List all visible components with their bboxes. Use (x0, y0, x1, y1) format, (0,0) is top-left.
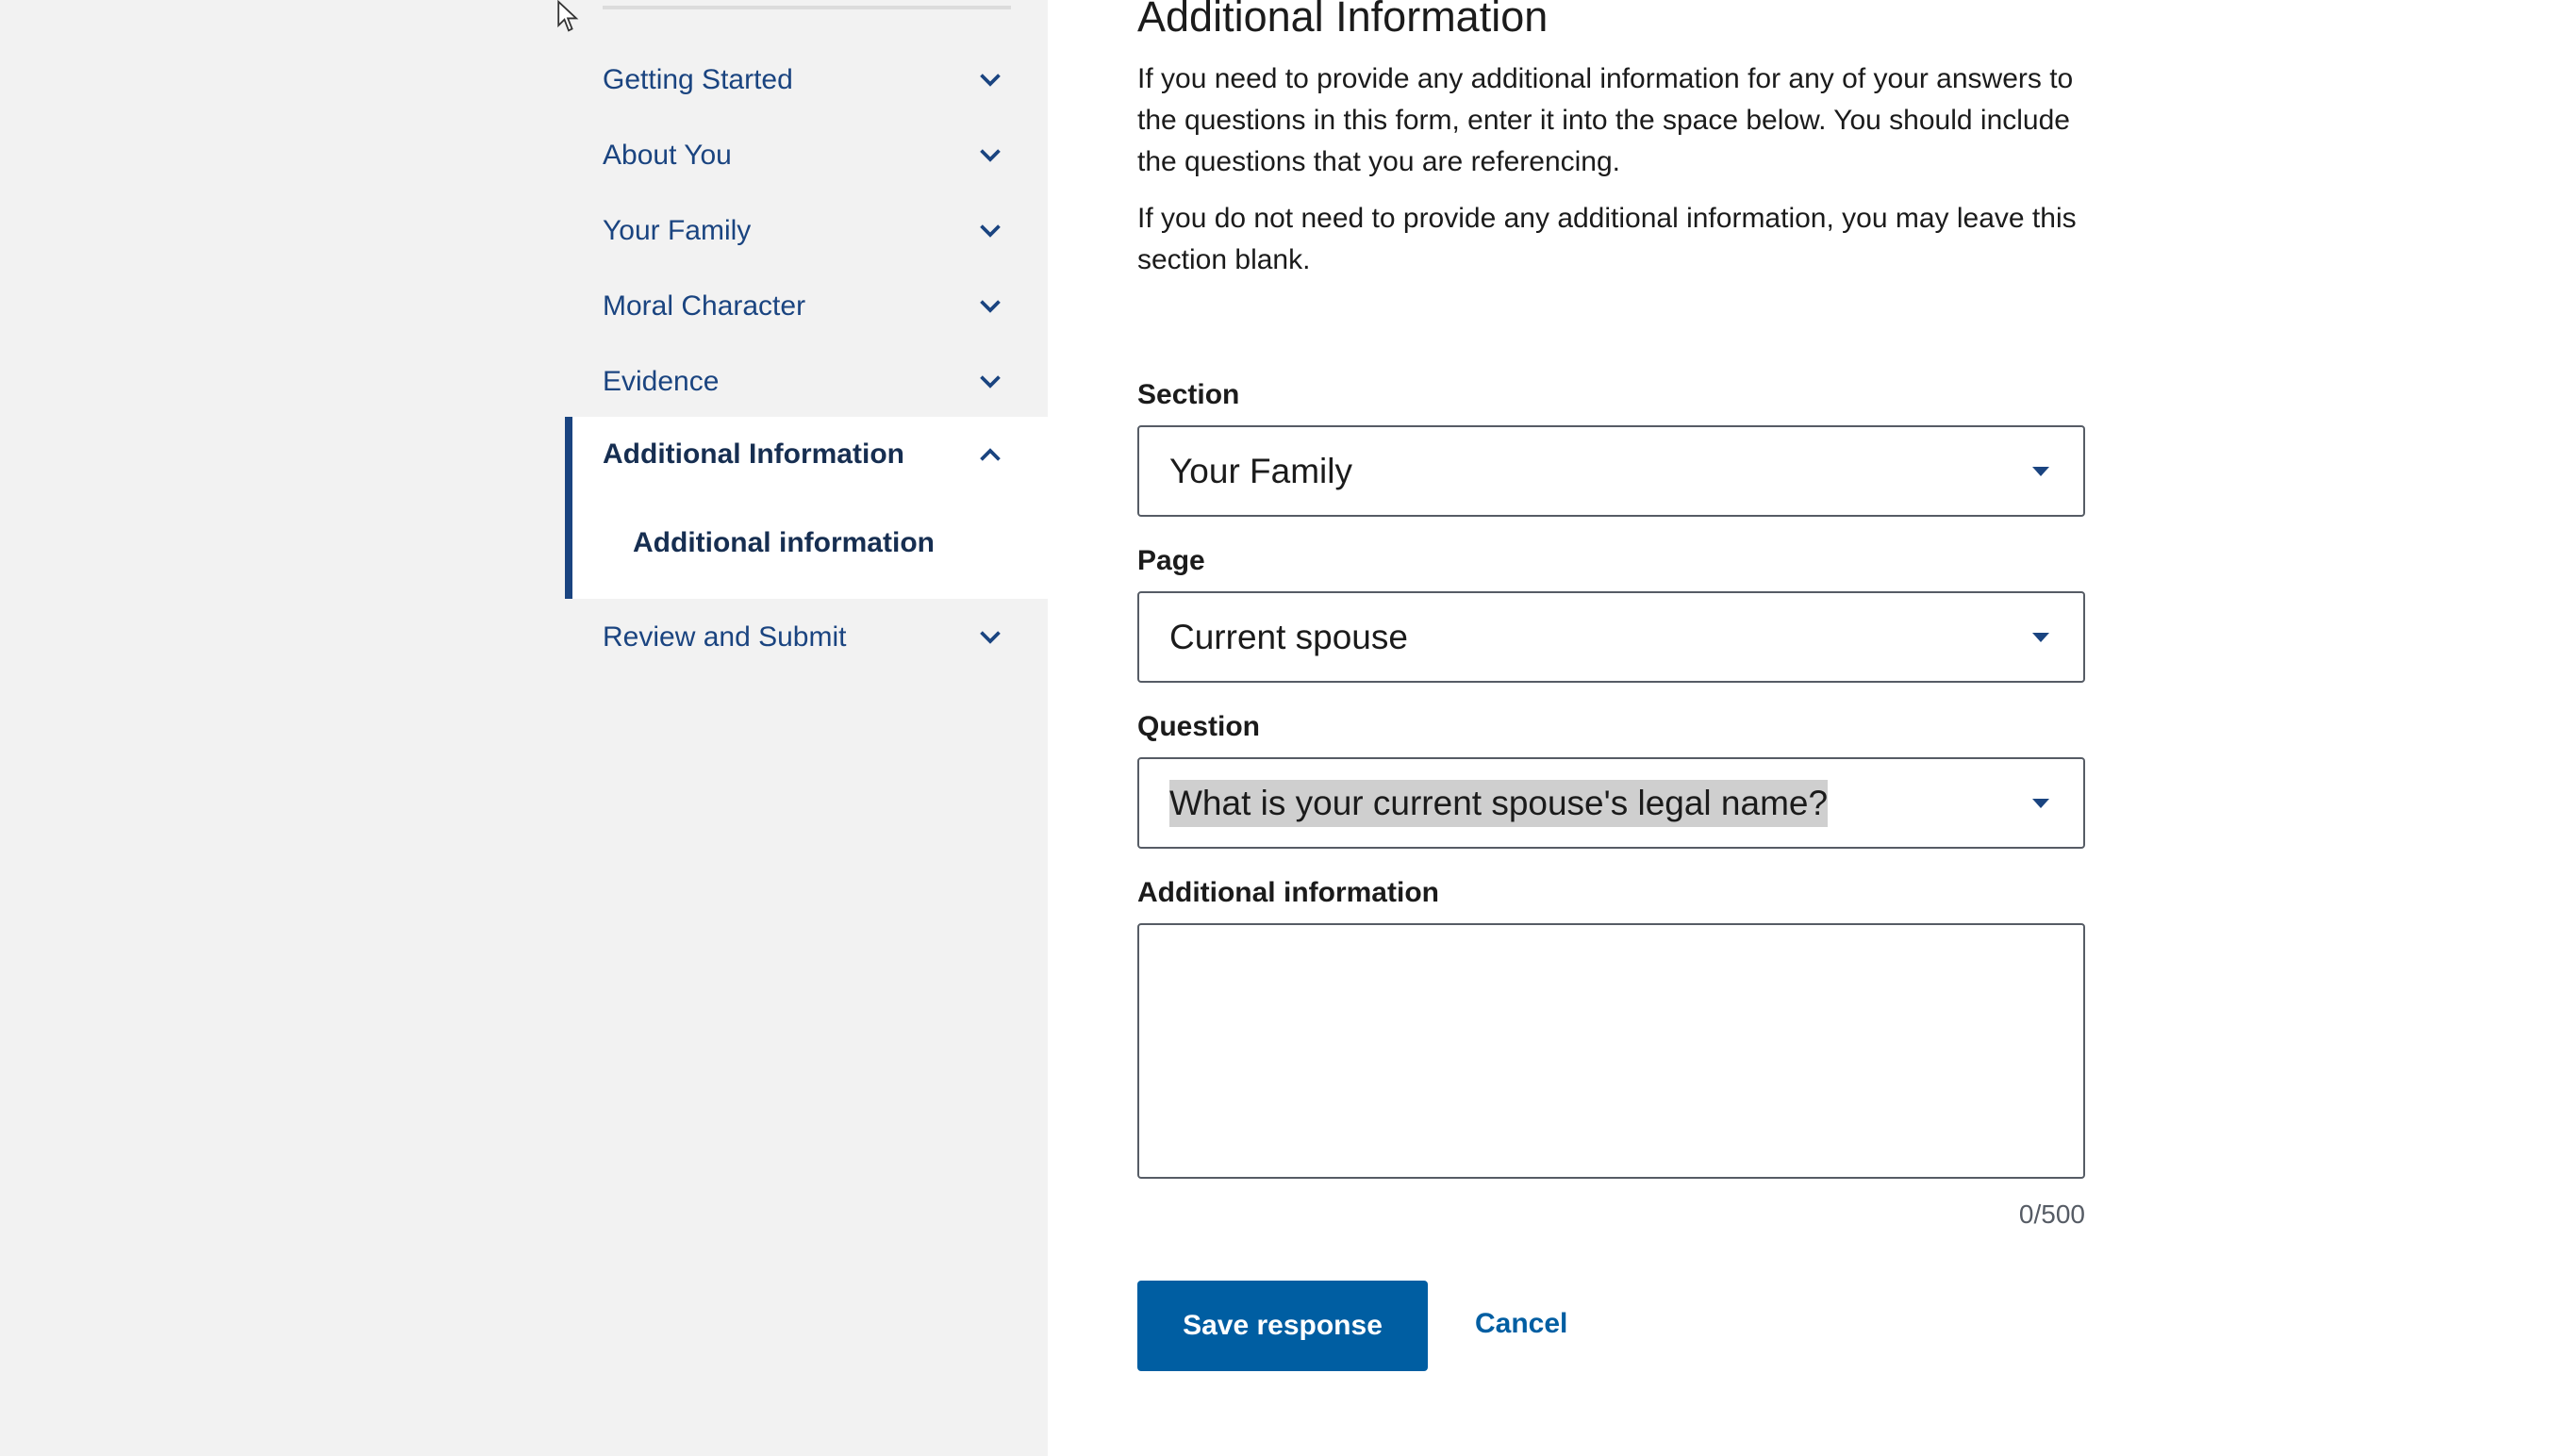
sidebar-item-label: Review and Submit (603, 621, 847, 653)
chevron-down-icon (980, 631, 1001, 644)
save-response-button[interactable]: Save response (1137, 1281, 1428, 1371)
sidebar-item-additional-information: Additional Information Additional inform… (565, 417, 1048, 599)
sidebar-item-label: Moral Character (603, 290, 806, 322)
sidebar-item-getting-started[interactable]: Getting Started (565, 42, 1048, 118)
page-title: Additional Information (1137, 0, 1549, 41)
question-select-value: What is your current spouse's legal name… (1169, 779, 1829, 827)
page-label: Page (1137, 545, 1205, 576)
sidebar-item-label: About You (603, 140, 732, 171)
sidebar-item-label: Getting Started (603, 64, 793, 95)
chevron-down-icon (980, 300, 1001, 313)
caret-down-icon (2032, 632, 2049, 642)
page-select-value: Current spouse (1169, 617, 1408, 656)
sidebar-item-your-family[interactable]: Your Family (565, 193, 1048, 269)
chevron-down-icon (980, 224, 1001, 238)
chevron-down-icon (980, 74, 1001, 87)
sidebar-item-about-you[interactable]: About You (565, 118, 1048, 193)
sidebar-item-label: Evidence (603, 366, 720, 397)
intro-paragraph-blank-note: If you do not need to provide any additi… (1137, 203, 2077, 275)
sidebar-item-label: Your Family (603, 215, 752, 246)
sidebar-item-review-and-submit[interactable]: Review and Submit (565, 600, 1048, 675)
character-counter: 0/500 (2018, 1200, 2085, 1229)
chevron-down-icon (980, 149, 1001, 162)
chevron-up-icon (980, 448, 1001, 461)
chevron-down-icon (980, 375, 1001, 389)
section-select[interactable]: Your Family (1137, 425, 2085, 517)
additional-information-textarea[interactable] (1137, 923, 2085, 1179)
caret-down-icon (2032, 798, 2049, 808)
cancel-button[interactable]: Cancel (1475, 1308, 1567, 1340)
page-select[interactable]: Current spouse (1137, 591, 2085, 683)
caret-down-icon (2032, 466, 2049, 476)
question-select[interactable]: What is your current spouse's legal name… (1137, 757, 2085, 849)
additional-information-label: Additional information (1137, 877, 1439, 908)
section-label: Section (1137, 379, 1240, 410)
sidebar-item-moral-character[interactable]: Moral Character (565, 269, 1048, 344)
section-select-value: Your Family (1169, 451, 1352, 490)
sidebar-item-label: Additional Information (603, 438, 904, 470)
question-label: Question (1137, 711, 1261, 742)
nav-divider (603, 6, 1011, 9)
sidebar-subitem-additional-information[interactable]: Additional information (633, 527, 935, 559)
intro-paragraph: If you need to provide any additional in… (1137, 63, 2074, 177)
side-navigation: Getting Started About You Your Family Mo… (565, 0, 1048, 1456)
sidebar-section-toggle[interactable]: Additional Information (565, 417, 1048, 492)
sidebar-item-evidence[interactable]: Evidence (565, 344, 1048, 420)
